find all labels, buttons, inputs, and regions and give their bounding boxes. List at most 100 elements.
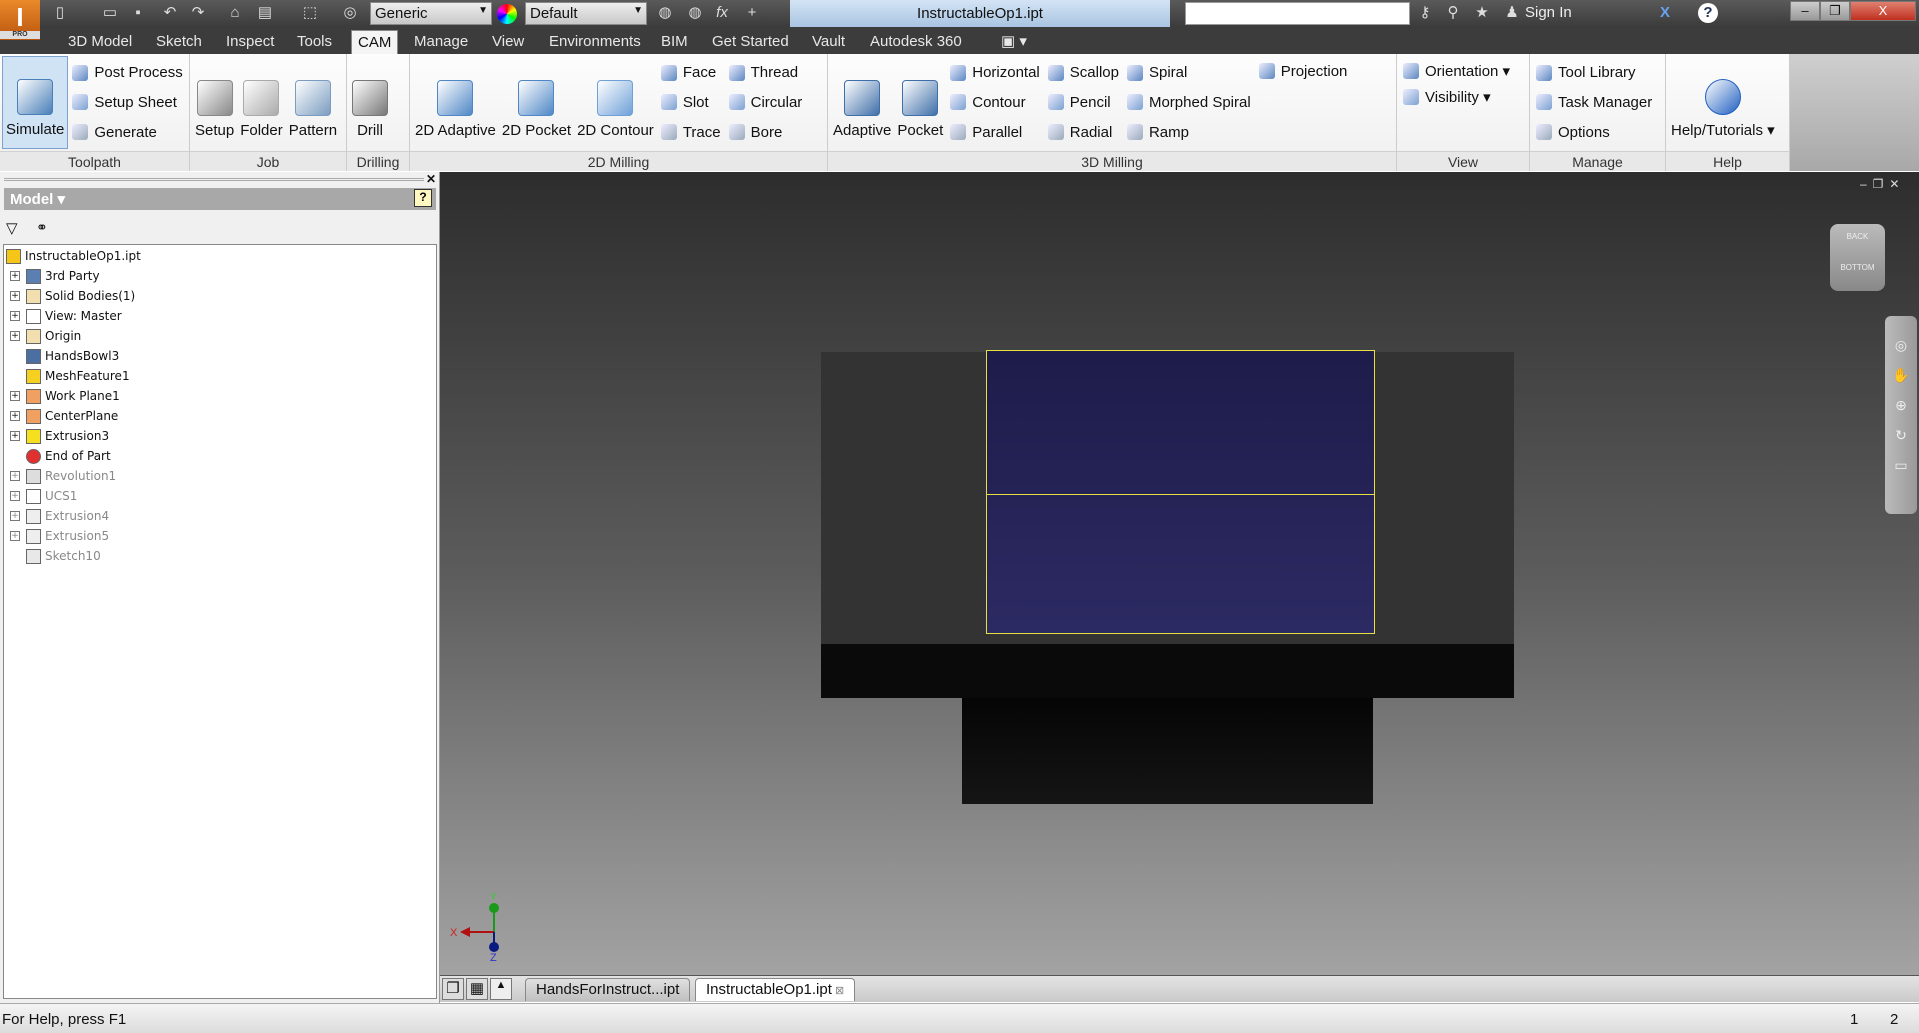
- viewcube[interactable]: BACK BOTTOM: [1830, 224, 1885, 291]
- contour-button[interactable]: Contour: [950, 89, 1040, 115]
- tree-item-extrusion5[interactable]: + Extrusion5: [4, 526, 109, 546]
- expand-icon[interactable]: +: [10, 491, 20, 501]
- expand-icon[interactable]: +: [10, 291, 20, 301]
- key-icon[interactable]: ⚷: [1415, 3, 1435, 23]
- parallel-button[interactable]: Parallel: [950, 119, 1040, 145]
- panel-label-3d-milling[interactable]: 3D Milling: [828, 151, 1396, 171]
- tree-item-handsbowl3[interactable]: HandsBowl3: [4, 346, 119, 366]
- tree-item-revolution1[interactable]: + Revolution1: [4, 466, 116, 486]
- expand-icon[interactable]: +: [10, 271, 20, 281]
- open-documents-icon[interactable]: ▲: [490, 978, 512, 1000]
- home-icon[interactable]: ⌂: [225, 3, 245, 23]
- satellite-icon[interactable]: ⚲: [1443, 3, 1463, 23]
- tree-item-extrusion3[interactable]: + Extrusion3: [4, 426, 109, 446]
- look-at-icon[interactable]: ▭: [1885, 450, 1917, 480]
- tree-item-centerplane[interactable]: + CenterPlane: [4, 406, 118, 426]
- select-icon[interactable]: ⬚: [300, 3, 320, 23]
- application-menu-button[interactable]: I PRO: [0, 0, 40, 40]
- open-icon[interactable]: ▭: [100, 3, 120, 23]
- material-dropdown[interactable]: Generic ▼: [370, 2, 492, 25]
- panel-label-drilling[interactable]: Drilling: [347, 151, 409, 171]
- help-search-input[interactable]: [1185, 2, 1410, 25]
- tab-autodesk-360[interactable]: Autodesk 360: [864, 30, 968, 54]
- clear-appearance-icon[interactable]: ◍: [655, 3, 675, 23]
- new-icon[interactable]: ▯: [50, 3, 70, 23]
- tree-item-view-master[interactable]: + View: Master: [4, 306, 122, 326]
- plus-icon[interactable]: +: [742, 3, 762, 23]
- horizontal-button[interactable]: Horizontal: [950, 60, 1040, 86]
- steering-wheel-icon[interactable]: ◎: [1885, 330, 1917, 360]
- folder-button[interactable]: Folder: [237, 56, 286, 149]
- pencil-button[interactable]: Pencil: [1047, 89, 1119, 115]
- face-button[interactable]: Face: [660, 60, 721, 86]
- tree-item-sketch10[interactable]: Sketch10: [4, 546, 101, 566]
- tab-tools[interactable]: Tools: [291, 30, 338, 54]
- help-icon[interactable]: ?: [1698, 3, 1718, 23]
- tab-vault[interactable]: Vault: [806, 30, 851, 54]
- help-tutorials-button[interactable]: Help/Tutorials ▾: [1668, 56, 1778, 149]
- options-button[interactable]: Options: [1536, 119, 1652, 145]
- orientation-button[interactable]: Orientation ▾: [1403, 58, 1510, 84]
- sign-in-button[interactable]: Sign In: [1525, 4, 1572, 21]
- orbit-icon[interactable]: ↻: [1885, 420, 1917, 450]
- panel-label-2d-milling[interactable]: 2D Milling: [410, 151, 827, 171]
- appearance-dropdown[interactable]: Default ▼: [525, 2, 647, 25]
- star-icon[interactable]: ★: [1472, 3, 1492, 23]
- expand-icon[interactable]: +: [10, 391, 20, 401]
- selected-face[interactable]: [986, 350, 1375, 634]
- panel-label-help[interactable]: Help: [1666, 151, 1789, 171]
- panel-label-toolpath[interactable]: Toolpath: [0, 151, 189, 171]
- tab-bim[interactable]: BIM: [655, 30, 694, 54]
- cascade-windows-icon[interactable]: ❐: [442, 978, 464, 1000]
- generate-button[interactable]: Generate: [72, 119, 182, 145]
- exchange-icon[interactable]: X: [1655, 3, 1675, 23]
- model-browser-header[interactable]: Model ▾ ?: [4, 188, 436, 210]
- doc-tab-handsforinstruct-ipt[interactable]: HandsForInstruct...ipt: [525, 978, 691, 1001]
- tab-cam[interactable]: CAM: [351, 30, 399, 54]
- viewport-window-controls[interactable]: –❐✕: [1860, 177, 1906, 191]
- tree-item-extrusion4[interactable]: + Extrusion4: [4, 506, 109, 526]
- task-manager-button[interactable]: Task Manager: [1536, 89, 1652, 115]
- tree-item-origin[interactable]: + Origin: [4, 326, 81, 346]
- tab-environments[interactable]: Environments: [543, 30, 647, 54]
- thread-button[interactable]: Thread: [728, 60, 803, 86]
- bore-button[interactable]: Bore: [728, 119, 803, 145]
- 2d-pocket-button[interactable]: 2D Pocket: [499, 56, 574, 149]
- undo-icon[interactable]: ↶: [160, 3, 180, 23]
- post-process-button[interactable]: Post Process: [72, 60, 183, 86]
- expand-icon[interactable]: +: [10, 411, 20, 421]
- tree-item-solid-bodies-1[interactable]: + Solid Bodies(1): [4, 286, 135, 306]
- expand-icon[interactable]: +: [10, 311, 20, 321]
- color-icon[interactable]: ◎: [340, 3, 360, 23]
- expand-icon[interactable]: +: [10, 511, 20, 521]
- adjust-icon[interactable]: ◍: [685, 3, 705, 23]
- tree-item-ucs1[interactable]: + UCS1: [4, 486, 77, 506]
- pan-icon[interactable]: ✋: [1885, 360, 1917, 390]
- restore-button[interactable]: ❐: [1820, 1, 1850, 21]
- pattern-button[interactable]: Pattern: [286, 56, 340, 149]
- tool-library-button[interactable]: Tool Library: [1536, 60, 1652, 86]
- scallop-button[interactable]: Scallop: [1047, 60, 1119, 86]
- spiral-button[interactable]: Spiral: [1126, 60, 1251, 86]
- fx-icon[interactable]: fx: [712, 3, 732, 23]
- panel-grip[interactable]: [4, 178, 424, 181]
- visibility-button[interactable]: Visibility ▾: [1403, 84, 1510, 110]
- tab-view[interactable]: View: [486, 30, 530, 54]
- radial-button[interactable]: Radial: [1047, 119, 1119, 145]
- update-icon[interactable]: ▤: [255, 3, 275, 23]
- part-base-block[interactable]: [962, 698, 1373, 804]
- pocket-button[interactable]: Pocket: [894, 56, 946, 149]
- 2d-adaptive-button[interactable]: 2D Adaptive: [412, 56, 499, 149]
- tree-item-work-plane1[interactable]: + Work Plane1: [4, 386, 120, 406]
- tab-sketch[interactable]: Sketch: [150, 30, 208, 54]
- user-icon[interactable]: ♟: [1502, 3, 1522, 23]
- tab-inspect[interactable]: Inspect: [220, 30, 280, 54]
- find-binoculars-icon[interactable]: ⚭: [36, 219, 48, 236]
- close-panel-icon[interactable]: ✕: [426, 172, 436, 186]
- help-icon[interactable]: ?: [414, 189, 432, 207]
- expand-icon[interactable]: +: [10, 331, 20, 341]
- tab-get-started[interactable]: Get Started: [706, 30, 795, 54]
- close-tab-icon[interactable]: ⊠: [832, 985, 844, 997]
- trace-button[interactable]: Trace: [660, 119, 721, 145]
- tree-item-3rd-party[interactable]: +3rd Party: [4, 266, 100, 286]
